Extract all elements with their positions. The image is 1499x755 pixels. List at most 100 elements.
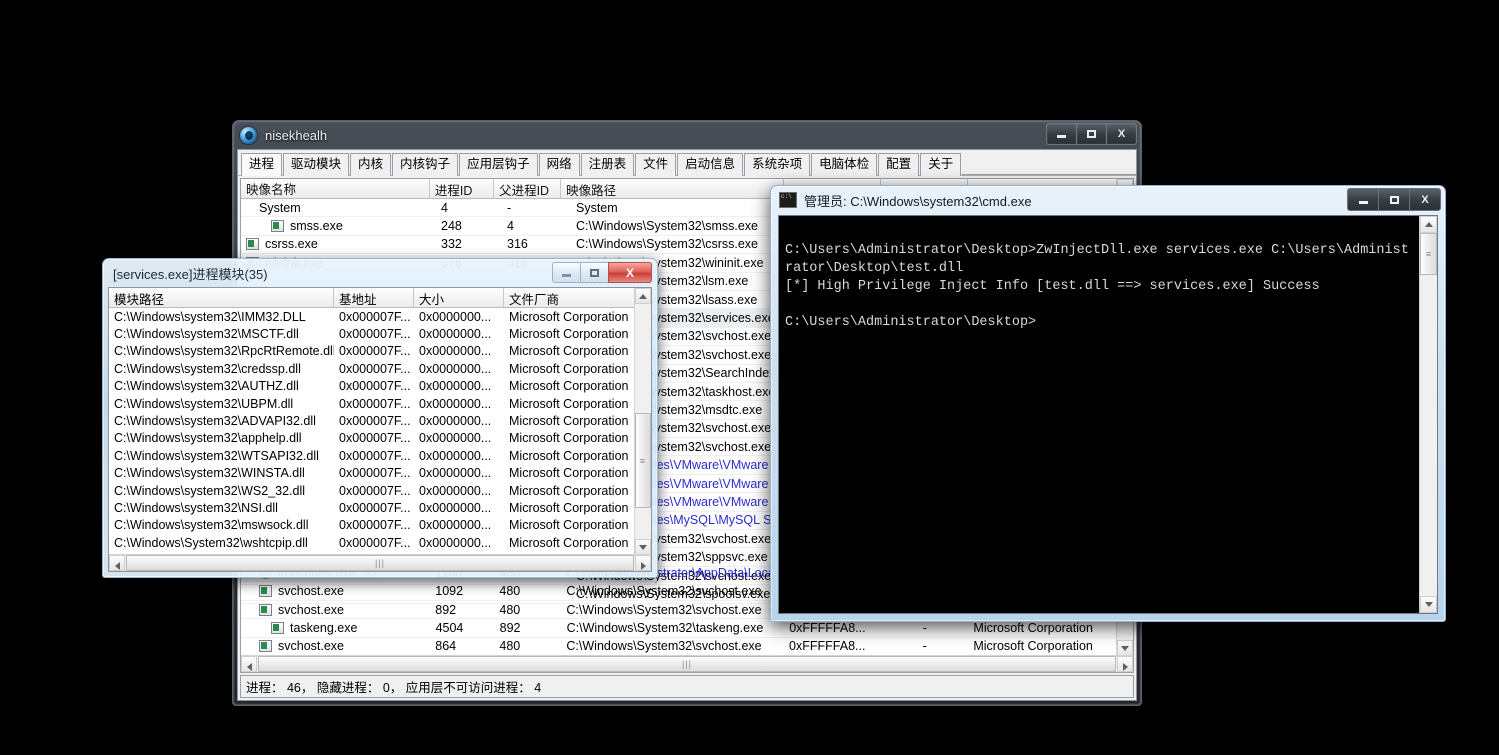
process-name: svchost.exe: [278, 602, 345, 617]
modules-close-button[interactable]: X: [608, 262, 652, 283]
cmd-maximize-button[interactable]: [1378, 188, 1410, 211]
list-item[interactable]: C:\Windows\system32\WS2_32.dll 0x000007F.…: [109, 482, 651, 499]
tab-registry[interactable]: 注册表: [580, 153, 635, 176]
modules-horizontal-scrollbar[interactable]: |||: [109, 554, 651, 571]
cell-size: 0x0000000...: [419, 466, 492, 481]
column-header-base-address[interactable]: 基地址: [334, 288, 414, 307]
list-item[interactable]: C:\Windows\system32\WINSTA.dll 0x000007F.…: [109, 465, 651, 482]
process-icon: [246, 238, 259, 251]
cell-module-path: C:\Windows\system32\AUTHZ.dll: [114, 379, 299, 394]
tab-kernel-hooks[interactable]: 内核钩子: [392, 153, 459, 176]
list-item[interactable]: C:\Windows\system32\apphelp.dll 0x000007F…: [109, 430, 651, 447]
cell-size: 0x0000000...: [419, 344, 492, 359]
column-header-ppid[interactable]: 父进程ID: [494, 179, 562, 198]
cell-image-path: C:\Windows\System32\svchost.exe: [566, 584, 762, 599]
list-item[interactable]: C:\Windows\System32\wshtcpip.dll 0x000007…: [109, 534, 651, 551]
tab-processes[interactable]: 进程: [241, 153, 283, 176]
tab-config[interactable]: 配置: [878, 153, 920, 176]
scroll-down-icon[interactable]: [635, 539, 651, 555]
cell-image-path: C:\Windows\System32\svchost.exe: [566, 602, 762, 617]
list-item[interactable]: C:\Windows\system32\AUTHZ.dll 0x000007F..…: [109, 378, 651, 395]
cell-size: 0x0000000...: [419, 483, 492, 498]
app-globe-icon: [240, 126, 257, 144]
scroll-up-icon[interactable]: [635, 288, 651, 304]
close-button[interactable]: X: [1106, 123, 1137, 145]
list-item[interactable]: C:\Windows\system32\IMM32.DLL 0x000007F..…: [109, 308, 651, 325]
cmd-window-titlebar[interactable]: 管理员: C:\Windows\system32\cmd.exe X: [771, 186, 1445, 214]
main-window-titlebar[interactable]: nisekhealh X: [233, 121, 1141, 149]
cmd-console-area[interactable]: C:\Users\Administrator\Desktop>ZwInjectD…: [778, 215, 1438, 614]
cell-image-name: smss.exe: [241, 219, 436, 233]
horizontal-scroll-thumb[interactable]: |||: [258, 656, 1116, 672]
cmd-vertical-scrollbar[interactable]: ≡: [1419, 216, 1437, 613]
process-icon: [259, 603, 272, 616]
maximize-icon: [1389, 195, 1399, 204]
list-item[interactable]: C:\Windows\system32\WTSAPI32.dll 0x000007…: [109, 447, 651, 464]
list-item[interactable]: C:\Windows\system32\MSCTF.dll 0x000007F..…: [109, 325, 651, 342]
cell-vendor: Microsoft Corporation: [973, 639, 1093, 654]
tab-kernel[interactable]: 内核: [350, 153, 392, 176]
scroll-left-icon[interactable]: [109, 555, 125, 571]
cell-object-address: 0xFFFFFA8...: [789, 620, 866, 635]
close-icon: X: [1117, 128, 1126, 140]
column-header-image-name[interactable]: 映像名称: [241, 179, 430, 198]
scroll-right-icon[interactable]: [635, 555, 651, 571]
tab-startup-info[interactable]: 启动信息: [677, 153, 744, 176]
maximize-button[interactable]: [1076, 123, 1107, 145]
scroll-down-icon[interactable]: [1117, 640, 1133, 656]
tab-user-hooks[interactable]: 应用层钩子: [459, 153, 538, 176]
cell-base-address: 0x000007F...: [339, 414, 411, 429]
cell-file-vendor: Microsoft Corporation: [509, 518, 629, 533]
cell-file-vendor: Microsoft Corporation: [509, 500, 629, 515]
minimize-button[interactable]: [1046, 123, 1077, 145]
cell-pid: 1092: [435, 584, 464, 599]
cell-module-path: C:\Windows\system32\WINSTA.dll: [114, 466, 305, 481]
tab-about[interactable]: 关于: [920, 153, 962, 176]
tab-system-misc[interactable]: 系统杂项: [744, 153, 811, 176]
cell-pid: 864: [435, 639, 457, 654]
cell-base-address: 0x000007F...: [339, 344, 411, 359]
scroll-up-icon[interactable]: [1420, 216, 1437, 233]
column-header-module-path[interactable]: 模块路径: [109, 288, 334, 307]
column-header-file-vendor[interactable]: 文件厂商: [504, 288, 649, 307]
maximize-icon: [1087, 130, 1096, 138]
tab-pc-checkup[interactable]: 电脑体检: [811, 153, 878, 176]
cell-file-vendor: Microsoft Corporation: [509, 431, 629, 446]
list-item[interactable]: C:\Windows\system32\credssp.dll 0x000007F…: [109, 360, 651, 377]
modules-maximize-button[interactable]: [580, 262, 609, 283]
column-header-size[interactable]: 大小: [414, 288, 504, 307]
list-item[interactable]: C:\Windows\system32\ADVAPI32.dll 0x000007…: [109, 412, 651, 429]
modules-minimize-button[interactable]: [552, 262, 581, 283]
cmd-minimize-button[interactable]: [1347, 188, 1379, 211]
list-item[interactable]: C:\Windows\system32\UBPM.dll 0x000007F...…: [109, 395, 651, 412]
cell-pid: 4504: [435, 620, 464, 635]
list-item[interactable]: C:\Windows\system32\NSI.dll 0x000007F... 0…: [109, 499, 651, 516]
cell-file-vendor: Microsoft Corporation: [509, 396, 629, 411]
cell-ppid: 480: [499, 584, 521, 599]
scroll-left-icon[interactable]: [241, 656, 257, 672]
cell-pid: 248: [441, 219, 462, 234]
horizontal-scroll-thumb[interactable]: |||: [126, 555, 634, 571]
table-row[interactable]: svchost.exe 864 480 C:\Windows\System32\svc…: [241, 638, 1133, 656]
cell-file-vendor: Microsoft Corporation: [509, 379, 629, 394]
cmd-close-button[interactable]: X: [1409, 188, 1441, 211]
minimize-icon: [1358, 201, 1368, 204]
cell-module-path: C:\Windows\system32\apphelp.dll: [114, 431, 302, 446]
scroll-down-icon[interactable]: [1420, 596, 1437, 613]
modules-dialog-titlebar[interactable]: [services.exe]进程模块(35) X: [103, 259, 657, 287]
cell-file-vendor: Microsoft Corporation: [509, 483, 629, 498]
column-header-image-path[interactable]: 映像路径: [561, 179, 784, 198]
vertical-scroll-thumb[interactable]: ≡: [635, 413, 651, 508]
column-header-pid[interactable]: 进程ID: [430, 179, 495, 198]
tab-network[interactable]: 网络: [538, 153, 580, 176]
list-item[interactable]: C:\Windows\system32\mswsock.dll 0x000007F…: [109, 517, 651, 534]
list-item[interactable]: C:\Windows\system32\RpcRtRemote.dll 0x000…: [109, 343, 651, 360]
tab-files[interactable]: 文件: [635, 153, 677, 176]
status-bar: 进程： 46， 隐藏进程： 0， 应用层不可访问进程： 4: [240, 675, 1134, 698]
scroll-right-icon[interactable]: [1117, 656, 1133, 672]
vertical-scroll-thumb[interactable]: ≡: [1420, 233, 1437, 275]
process-horizontal-scrollbar[interactable]: |||: [241, 655, 1133, 672]
modules-vertical-scrollbar[interactable]: ≡: [634, 288, 651, 555]
tab-strip: 进程 驱动模块 内核 内核钩子 应用层钩子 网络 注册表 文件 启动信息 系统杂…: [238, 150, 1136, 176]
tab-driver-modules[interactable]: 驱动模块: [283, 153, 350, 176]
